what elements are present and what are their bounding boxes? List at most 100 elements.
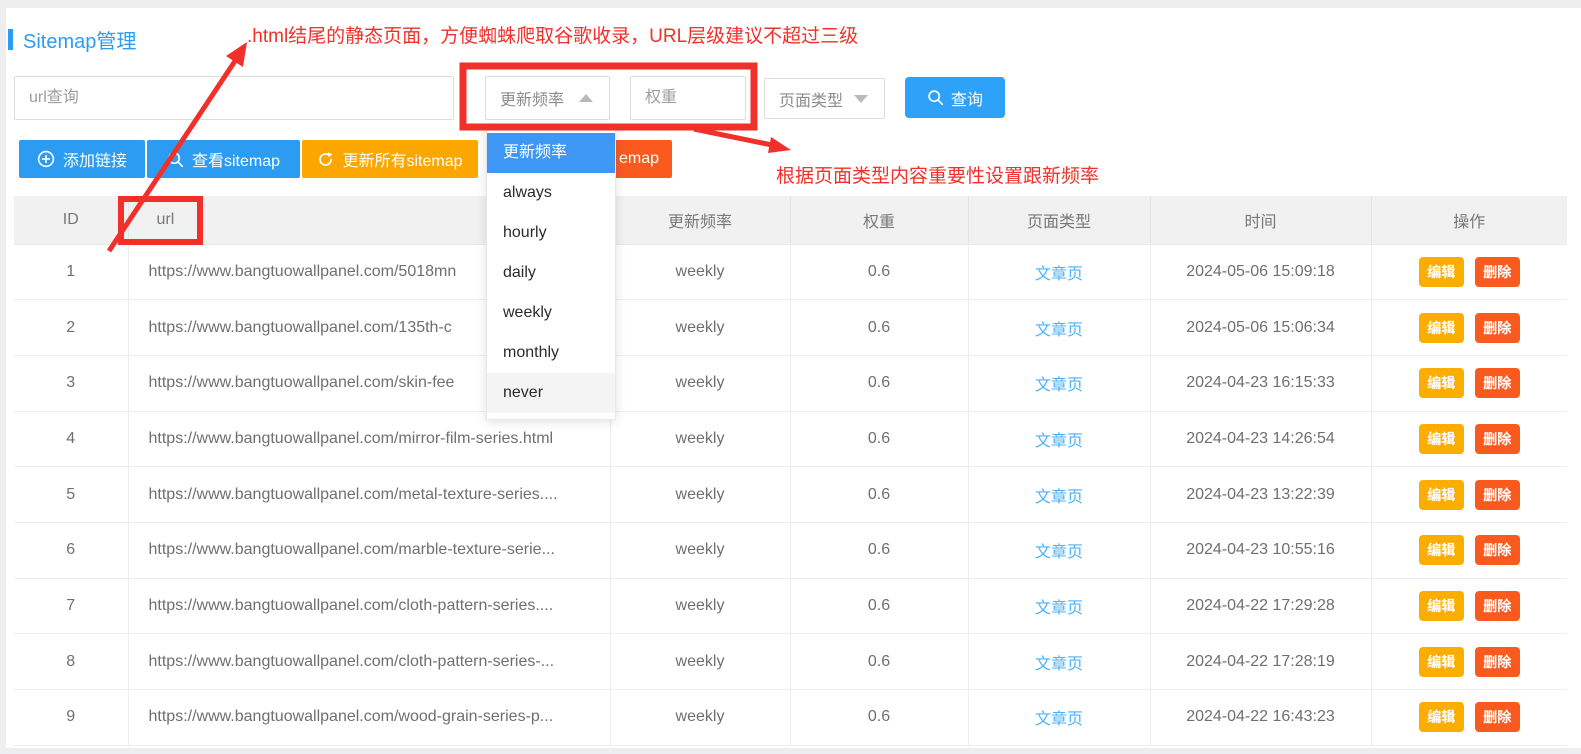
row-page-type-cell: 文章页: [968, 690, 1150, 746]
weight-input[interactable]: [630, 76, 746, 120]
row-frequency-cell: weekly: [610, 634, 790, 690]
table-row: 9https://www.bangtuowallpanel.com/wood-g…: [14, 690, 1567, 746]
delete-button[interactable]: 删除: [1475, 313, 1520, 343]
row-weight-cell: 0.6: [790, 634, 968, 690]
delete-button[interactable]: 删除: [1475, 368, 1520, 398]
row-page-type-cell: 文章页: [968, 634, 1150, 690]
row-page-type-cell: 文章页: [968, 467, 1150, 523]
row-id-cell: 7: [14, 578, 128, 634]
page-type-link[interactable]: 文章页: [1035, 600, 1083, 617]
table-row: 5https://www.bangtuowallpanel.com/metal-…: [14, 467, 1567, 523]
url-search-input[interactable]: [14, 76, 454, 120]
delete-button[interactable]: 删除: [1475, 480, 1520, 510]
row-frequency-cell: weekly: [610, 411, 790, 467]
table-row: 2https://www.bangtuowallpanel.com/135th-…: [14, 300, 1567, 356]
table-row: 3https://www.bangtuowallpanel.com/skin-f…: [14, 355, 1567, 411]
table-row: 1https://www.bangtuowallpanel.com/5018mn…: [14, 244, 1567, 300]
row-time-cell: 2024-04-23 13:22:39: [1150, 467, 1371, 523]
header-frequency: 更新频率: [610, 196, 790, 244]
row-time-cell: 2024-04-22 17:28:19: [1150, 634, 1371, 690]
row-weight-cell: 0.6: [790, 300, 968, 356]
row-time-cell: 2024-04-23 16:15:33: [1150, 355, 1371, 411]
dropdown-item[interactable]: never: [487, 373, 615, 413]
row-frequency-cell: weekly: [610, 467, 790, 523]
row-id-cell: 2: [14, 300, 128, 356]
row-frequency-cell: weekly: [610, 244, 790, 300]
row-weight-cell: 0.6: [790, 411, 968, 467]
edit-button[interactable]: 编辑: [1419, 313, 1464, 343]
header-page-type: 页面类型: [968, 196, 1150, 244]
row-id-cell: 9: [14, 690, 128, 746]
refresh-icon: [317, 151, 334, 168]
row-weight-cell: 0.6: [790, 355, 968, 411]
edit-button[interactable]: 编辑: [1419, 257, 1464, 287]
sitemap-table: ID url 更新频率 权重 页面类型 时间 操作 1https://www.b…: [14, 196, 1567, 746]
row-frequency-cell: weekly: [610, 690, 790, 746]
frequency-select-value: 更新频率: [500, 86, 564, 110]
dropdown-item[interactable]: daily: [487, 253, 615, 293]
page-type-link[interactable]: 文章页: [1035, 711, 1083, 728]
dropdown-item[interactable]: always: [487, 173, 615, 213]
row-page-type-cell: 文章页: [968, 355, 1150, 411]
delete-button[interactable]: 删除: [1475, 257, 1520, 287]
page-type-link[interactable]: 文章页: [1035, 489, 1083, 506]
query-button[interactable]: 查询: [905, 77, 1005, 118]
row-actions-cell: 编辑删除: [1371, 634, 1567, 690]
row-id-cell: 4: [14, 411, 128, 467]
frequency-select[interactable]: 更新频率: [485, 76, 610, 120]
row-url-cell: https://www.bangtuowallpanel.com/cloth-p…: [128, 578, 610, 634]
frequency-dropdown-panel: 更新频率alwayshourlydailyweeklymonthlynever: [486, 126, 616, 420]
row-actions-cell: 编辑删除: [1371, 690, 1567, 746]
row-weight-cell: 0.6: [790, 522, 968, 578]
edit-button[interactable]: 编辑: [1419, 424, 1464, 454]
row-time-cell: 2024-05-06 15:06:34: [1150, 300, 1371, 356]
row-time-cell: 2024-04-23 14:26:54: [1150, 411, 1371, 467]
row-actions-cell: 编辑删除: [1371, 578, 1567, 634]
delete-button[interactable]: 删除: [1475, 702, 1520, 732]
row-frequency-cell: weekly: [610, 300, 790, 356]
table-row: 6https://www.bangtuowallpanel.com/marble…: [14, 522, 1567, 578]
page-type-link[interactable]: 文章页: [1035, 322, 1083, 339]
header-weight: 权重: [790, 196, 968, 244]
chevron-down-icon: [854, 95, 868, 103]
page-type-link[interactable]: 文章页: [1035, 433, 1083, 450]
row-page-type-cell: 文章页: [968, 522, 1150, 578]
page-type-select[interactable]: 页面类型: [764, 78, 885, 119]
page-type-link[interactable]: 文章页: [1035, 377, 1083, 394]
row-actions-cell: 编辑删除: [1371, 467, 1567, 523]
table-row: 7https://www.bangtuowallpanel.com/cloth-…: [14, 578, 1567, 634]
plus-circle-icon: [37, 150, 55, 168]
page-type-link[interactable]: 文章页: [1035, 656, 1083, 673]
header-time: 时间: [1150, 196, 1371, 244]
page-type-link[interactable]: 文章页: [1035, 544, 1083, 561]
row-frequency-cell: weekly: [610, 578, 790, 634]
row-actions-cell: 编辑删除: [1371, 522, 1567, 578]
dropdown-item[interactable]: hourly: [487, 213, 615, 253]
annotation-note-right: 根据页面类型内容重要性设置跟新频率: [776, 161, 1099, 188]
row-weight-cell: 0.6: [790, 690, 968, 746]
page-type-select-value: 页面类型: [779, 87, 843, 111]
table-row: 4https://www.bangtuowallpanel.com/mirror…: [14, 411, 1567, 467]
dropdown-item[interactable]: 更新频率: [487, 133, 615, 173]
dropdown-item[interactable]: weekly: [487, 293, 615, 333]
edit-button[interactable]: 编辑: [1419, 535, 1464, 565]
delete-button[interactable]: 删除: [1475, 424, 1520, 454]
edit-button[interactable]: 编辑: [1419, 591, 1464, 621]
edit-button[interactable]: 编辑: [1419, 647, 1464, 677]
row-time-cell: 2024-05-06 15:09:18: [1150, 244, 1371, 300]
row-weight-cell: 0.6: [790, 467, 968, 523]
edit-button[interactable]: 编辑: [1419, 368, 1464, 398]
row-weight-cell: 0.6: [790, 244, 968, 300]
row-id-cell: 5: [14, 467, 128, 523]
delete-button[interactable]: 删除: [1475, 647, 1520, 677]
delete-button[interactable]: 删除: [1475, 591, 1520, 621]
add-link-button[interactable]: 添加链接: [19, 140, 145, 178]
dropdown-item[interactable]: monthly: [487, 333, 615, 373]
delete-button[interactable]: 删除: [1475, 535, 1520, 565]
update-all-sitemap-button[interactable]: 更新所有sitemap: [302, 140, 478, 178]
title-accent-bar: [8, 29, 13, 50]
edit-button[interactable]: 编辑: [1419, 702, 1464, 732]
page-type-link[interactable]: 文章页: [1035, 266, 1083, 283]
edit-button[interactable]: 编辑: [1419, 480, 1464, 510]
view-sitemap-button[interactable]: 查看sitemap: [147, 140, 300, 178]
